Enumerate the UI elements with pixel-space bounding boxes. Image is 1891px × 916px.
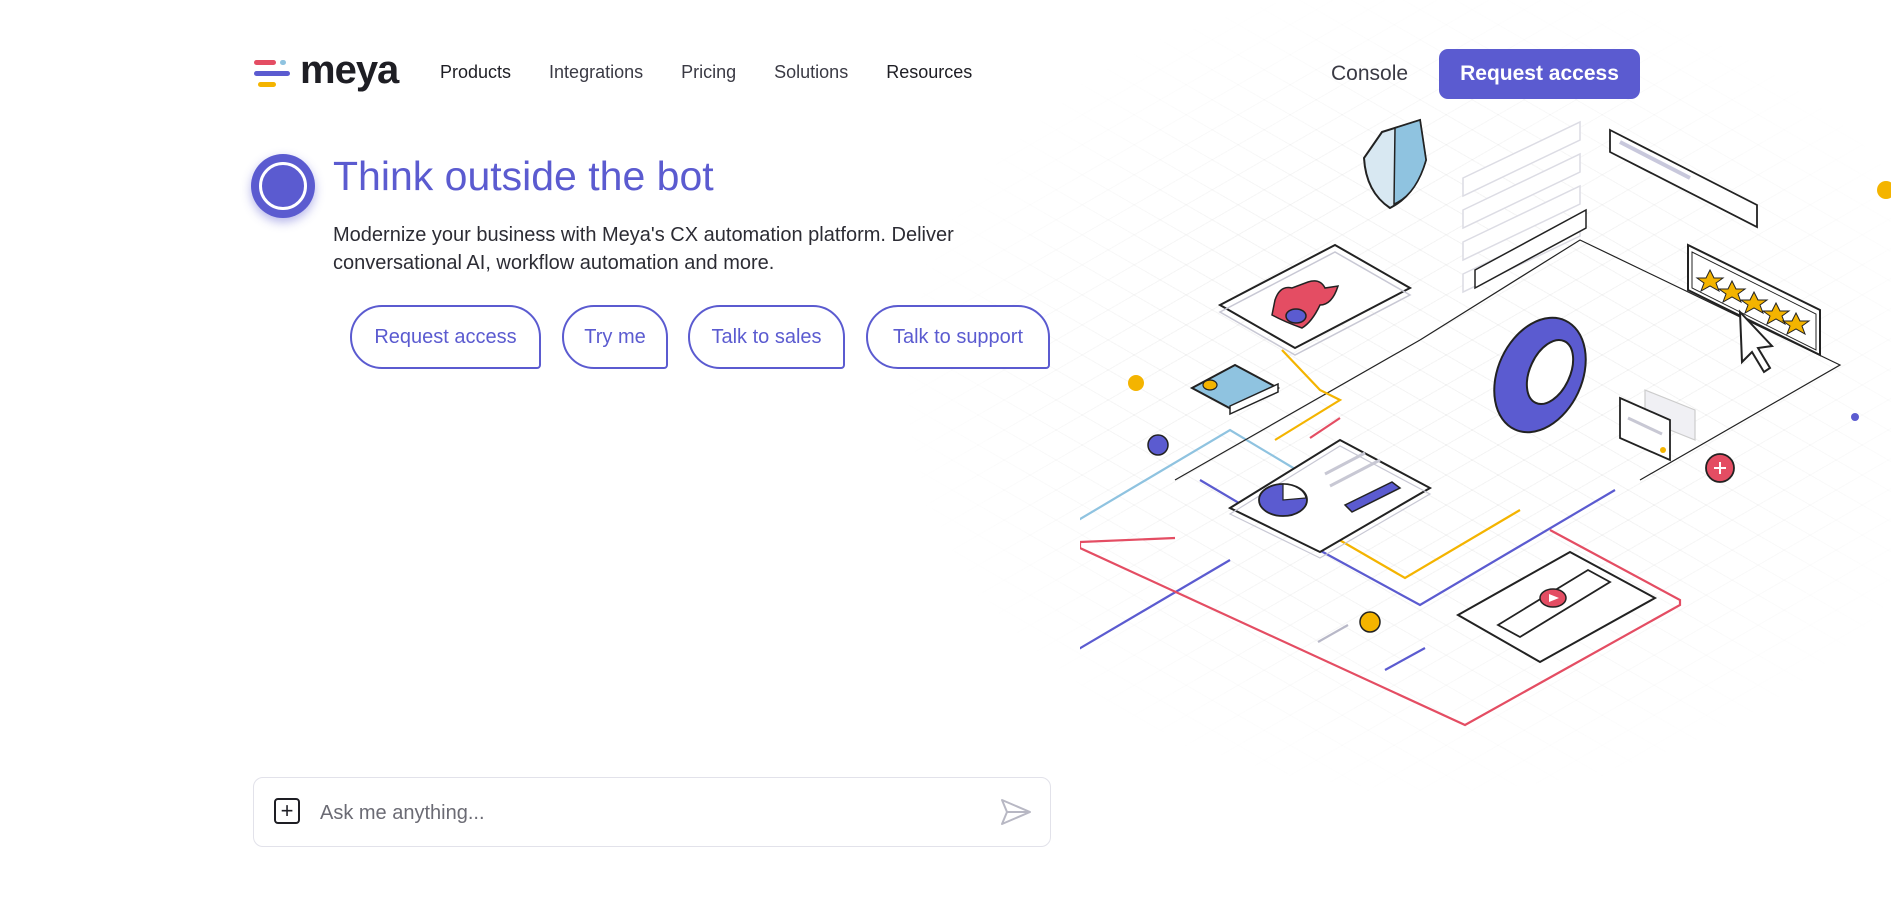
send-icon[interactable] [999,795,1033,829]
console-link[interactable]: Console [1331,62,1408,86]
hero-title: Think outside the bot [333,153,714,199]
image-card-icon [1189,363,1281,416]
nav-solutions[interactable]: Solutions [774,62,848,83]
quick-reply-talk-to-support-button[interactable]: Talk to support [866,305,1050,369]
rating-card-icon [1687,243,1821,374]
chat-input-bar: + [253,777,1051,847]
quick-reply-request-access: Request access [350,305,541,369]
quick-reply-talk-to-support: Talk to support [866,305,1050,369]
product-card-icon [1217,243,1413,356]
bot-avatar-icon [251,154,315,218]
logo-wordmark: meya [300,48,399,92]
logo-mark-icon [254,54,290,92]
quick-reply-try-me-button[interactable]: Try me [562,305,668,369]
nav-products[interactable]: Products [440,62,511,83]
quick-reply-talk-to-sales-button[interactable]: Talk to sales [688,305,845,369]
meya-logo[interactable]: meya [254,50,399,92]
quick-reply-request-access-button[interactable]: Request access [350,305,541,369]
hero-subtitle: Modernize your business with Meya's CX a… [333,224,954,274]
main-nav: Products Integrations Pricing Solutions … [440,62,972,83]
attach-plus-icon[interactable]: + [274,798,300,824]
ring-icon [1493,316,1587,434]
nav-resources[interactable]: Resources [886,62,972,83]
quick-reply-try-me: Try me [562,305,668,369]
chat-message-input[interactable] [318,796,962,830]
nav-pricing[interactable]: Pricing [681,62,736,83]
video-card-icon [1455,550,1658,664]
shield-icon [1362,118,1428,210]
quick-reply-talk-to-sales: Talk to sales [688,305,845,369]
analytics-card-icon [1227,438,1433,559]
hero-illustration [1080,118,1891,727]
nav-integrations[interactable]: Integrations [549,62,643,83]
request-access-button[interactable]: Request access [1439,49,1640,99]
